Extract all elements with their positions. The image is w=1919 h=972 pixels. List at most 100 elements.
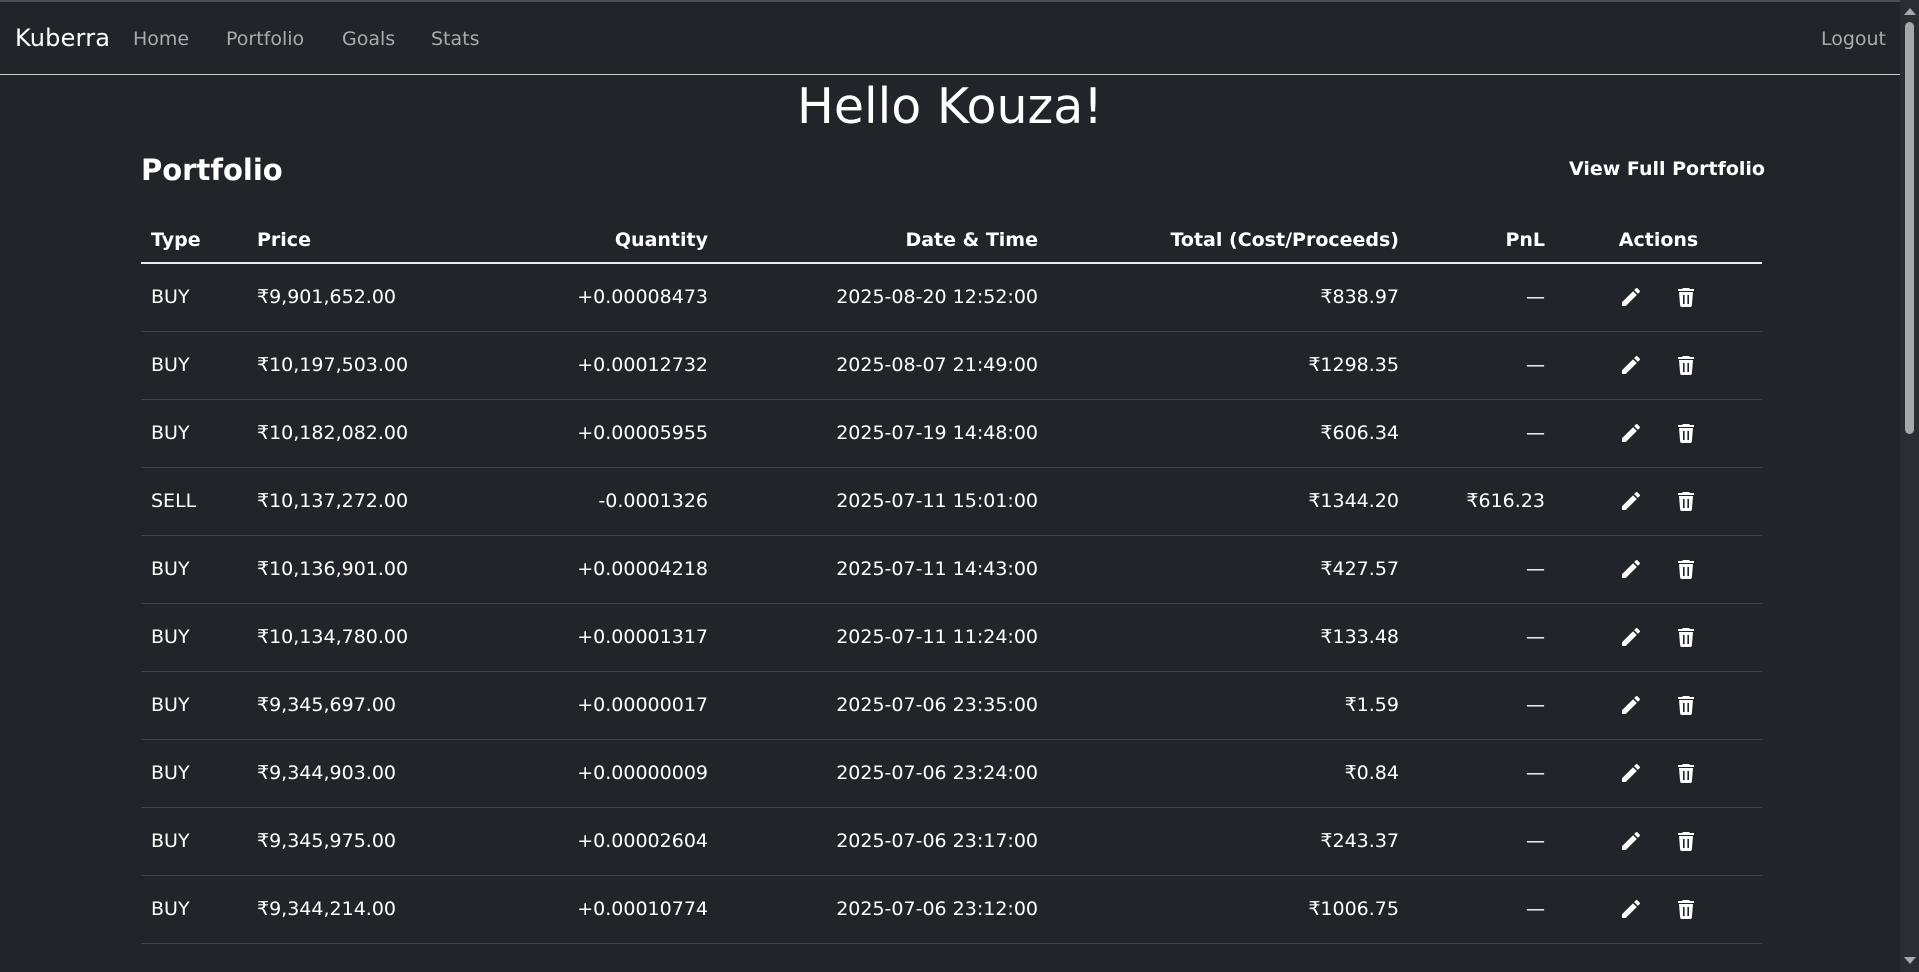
table-row: BUY ₹9,345,975.00 +0.00002604 2025-07-06 23… [141, 807, 1762, 876]
trash-icon[interactable] [1674, 421, 1698, 445]
cell-price: ₹9,345,697.00 [247, 671, 467, 740]
header-total: Total (Cost/Proceeds) [1048, 218, 1409, 264]
cell-type: BUY [141, 263, 247, 332]
trash-icon[interactable] [1674, 693, 1698, 717]
trash-icon[interactable] [1674, 353, 1698, 377]
trash-icon[interactable] [1674, 761, 1698, 785]
cell-total: ₹0.84 [1048, 739, 1409, 808]
pencil-icon[interactable] [1619, 761, 1643, 785]
table-row: BUY ₹10,134,780.00 +0.00001317 2025-07-11 1… [141, 603, 1762, 672]
cell-type: BUY [141, 739, 247, 808]
cell-quantity: +0.00001317 [467, 603, 718, 672]
cell-quantity: +0.00005955 [467, 399, 718, 468]
scrollbar-thumb[interactable] [1905, 22, 1914, 434]
cell-price: ₹10,137,272.00 [247, 467, 467, 536]
vertical-scrollbar[interactable] [1900, 0, 1919, 972]
trash-icon[interactable] [1674, 285, 1698, 309]
cell-type: BUY [141, 399, 247, 468]
cell-actions [1555, 875, 1762, 944]
cell-price: ₹9,344,903.00 [247, 739, 467, 808]
pencil-icon[interactable] [1619, 897, 1643, 921]
nav-stats[interactable]: Stats [431, 28, 480, 50]
table-row: BUY ₹10,182,082.00 +0.00005955 2025-07-19 1… [141, 399, 1762, 468]
pencil-icon[interactable] [1619, 285, 1643, 309]
cell-type: BUY [141, 807, 247, 876]
cell-datetime: 2025-08-07 21:49:00 [718, 331, 1048, 400]
table-row: BUY ₹10,197,503.00 +0.00012732 2025-08-07 2… [141, 331, 1762, 400]
header-price: Price [247, 218, 467, 264]
pencil-icon[interactable] [1619, 489, 1643, 513]
cell-total: ₹1006.75 [1048, 875, 1409, 944]
trash-icon[interactable] [1674, 897, 1698, 921]
cell-total: ₹838.97 [1048, 263, 1409, 332]
header-pnl: PnL [1409, 218, 1555, 264]
pencil-icon[interactable] [1619, 693, 1643, 717]
nav-portfolio[interactable]: Portfolio [226, 28, 304, 50]
cell-type: BUY [141, 535, 247, 604]
header-type: Type [141, 218, 247, 264]
table-row: SELL ₹10,137,272.00 -0.0001326 2025-07-11 1… [141, 467, 1762, 536]
cell-total: ₹1344.20 [1048, 467, 1409, 536]
table-row: BUY ₹9,344,903.00 +0.00000009 2025-07-06 23… [141, 739, 1762, 808]
cell-pnl: — [1409, 603, 1555, 672]
cell-total: ₹243.37 [1048, 807, 1409, 876]
cell-datetime: 2025-07-19 14:48:00 [718, 399, 1048, 468]
logout-link[interactable]: Logout [1821, 28, 1886, 50]
pencil-icon[interactable] [1619, 829, 1643, 853]
pencil-icon[interactable] [1619, 353, 1643, 377]
trash-icon[interactable] [1674, 489, 1698, 513]
cell-actions [1555, 331, 1762, 400]
cell-actions [1555, 535, 1762, 604]
cell-type: BUY [141, 671, 247, 740]
cell-price: ₹9,345,975.00 [247, 807, 467, 876]
table-row: BUY ₹9,345,697.00 +0.00000017 2025-07-06 23… [141, 671, 1762, 740]
cell-pnl: — [1409, 671, 1555, 740]
cell-quantity: +0.00010774 [467, 875, 718, 944]
cell-quantity: +0.00012732 [467, 331, 718, 400]
scroll-down-arrow-icon[interactable] [1904, 957, 1916, 964]
top-navbar: Kuberra Home Portfolio Goals Stats Logou… [0, 0, 1900, 75]
table-row: BUY ₹9,901,652.00 +0.00008473 2025-08-20 12… [141, 263, 1762, 332]
table-body: BUY ₹9,901,652.00 +0.00008473 2025-08-20 12… [141, 263, 1762, 944]
cell-actions [1555, 263, 1762, 332]
trash-icon[interactable] [1674, 625, 1698, 649]
cell-actions [1555, 399, 1762, 468]
cell-datetime: 2025-07-11 15:01:00 [718, 467, 1048, 536]
cell-quantity: +0.00004218 [467, 535, 718, 604]
cell-type: BUY [141, 603, 247, 672]
transactions-table: Type Price Quantity Date & Time Total (C… [141, 218, 1762, 944]
cell-pnl: — [1409, 263, 1555, 332]
cell-datetime: 2025-08-20 12:52:00 [718, 263, 1048, 332]
header-datetime: Date & Time [718, 218, 1048, 264]
cell-total: ₹1298.35 [1048, 331, 1409, 400]
portfolio-title: Portfolio [141, 153, 283, 187]
header-quantity: Quantity [467, 218, 718, 264]
trash-icon[interactable] [1674, 557, 1698, 581]
view-full-portfolio-link[interactable]: View Full Portfolio [1569, 158, 1765, 180]
cell-datetime: 2025-07-06 23:24:00 [718, 739, 1048, 808]
cell-datetime: 2025-07-06 23:12:00 [718, 875, 1048, 944]
cell-price: ₹10,136,901.00 [247, 535, 467, 604]
pencil-icon[interactable] [1619, 625, 1643, 649]
scroll-up-arrow-icon[interactable] [1904, 8, 1916, 15]
nav-home[interactable]: Home [133, 28, 189, 50]
cell-price: ₹9,344,214.00 [247, 875, 467, 944]
brand-logo[interactable]: Kuberra [15, 24, 110, 52]
cell-total: ₹1.59 [1048, 671, 1409, 740]
trash-icon[interactable] [1674, 829, 1698, 853]
cell-total: ₹427.57 [1048, 535, 1409, 604]
cell-actions [1555, 467, 1762, 536]
cell-pnl: — [1409, 331, 1555, 400]
table-row: BUY ₹10,136,901.00 +0.00004218 2025-07-11 1… [141, 535, 1762, 604]
cell-price: ₹10,197,503.00 [247, 331, 467, 400]
nav-goals[interactable]: Goals [342, 28, 395, 50]
cell-quantity: +0.00002604 [467, 807, 718, 876]
cell-datetime: 2025-07-06 23:35:00 [718, 671, 1048, 740]
pencil-icon[interactable] [1619, 557, 1643, 581]
cell-quantity: +0.00000017 [467, 671, 718, 740]
pencil-icon[interactable] [1619, 421, 1643, 445]
cell-actions [1555, 671, 1762, 740]
cell-quantity: +0.00008473 [467, 263, 718, 332]
cell-datetime: 2025-07-11 11:24:00 [718, 603, 1048, 672]
header-actions: Actions [1555, 218, 1762, 264]
